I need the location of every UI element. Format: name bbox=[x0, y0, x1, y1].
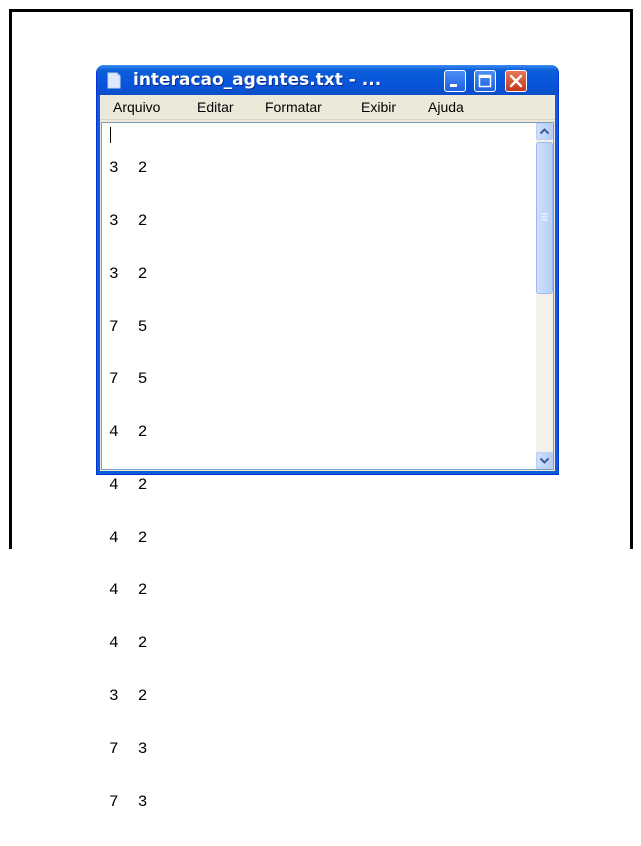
close-icon bbox=[509, 74, 523, 88]
text-line: 4 2 bbox=[109, 475, 148, 494]
maximize-button[interactable] bbox=[474, 70, 496, 92]
menu-exibir[interactable]: Exibir bbox=[361, 99, 396, 115]
minimize-icon bbox=[450, 84, 457, 87]
text-line: 3 2 bbox=[109, 264, 148, 283]
text-line: 7 5 bbox=[109, 317, 148, 336]
chevron-up-icon bbox=[539, 128, 550, 135]
menu-ajuda[interactable]: Ajuda bbox=[428, 99, 464, 115]
scroll-up-button[interactable] bbox=[536, 123, 553, 140]
menu-arquivo[interactable]: Arquivo bbox=[113, 99, 160, 115]
text-line: 7 3 bbox=[109, 739, 148, 758]
window-title: interacao_agentes.txt - ... bbox=[133, 70, 382, 90]
grip-icon bbox=[541, 213, 548, 221]
text-line: 3 2 bbox=[109, 687, 148, 705]
notepad-window: interacao_agentes.txt - ... Arquivo Edit… bbox=[96, 65, 559, 810]
title-bar[interactable]: interacao_agentes.txt - ... bbox=[97, 65, 558, 95]
text-line: 4 2 bbox=[109, 423, 148, 442]
maximize-icon bbox=[478, 74, 492, 88]
text-line: 3 2 bbox=[109, 159, 148, 178]
scroll-thumb[interactable] bbox=[536, 142, 553, 294]
text-line: 4 2 bbox=[109, 634, 148, 653]
minimize-button[interactable] bbox=[444, 70, 466, 92]
text-line: 4 2 bbox=[109, 581, 148, 600]
text-editor[interactable]: 3 2 3 2 3 2 7 5 7 5 4 2 4 2 4 2 4 2 4 2 … bbox=[101, 122, 554, 810]
text-line: 4 2 bbox=[109, 528, 148, 547]
vertical-scrollbar[interactable] bbox=[536, 123, 553, 469]
notepad-document-icon bbox=[107, 72, 121, 89]
scroll-down-button[interactable] bbox=[536, 452, 553, 469]
menu-bar: Arquivo Editar Formatar Exibir Ajuda bbox=[100, 95, 555, 120]
close-button[interactable] bbox=[505, 70, 527, 92]
editor-text[interactable]: 3 2 3 2 3 2 7 5 7 5 4 2 4 2 4 2 4 2 4 2 … bbox=[109, 125, 186, 846]
chevron-down-icon bbox=[539, 457, 550, 464]
menu-formatar[interactable]: Formatar bbox=[265, 99, 322, 115]
window-client: Arquivo Editar Formatar Exibir Ajuda 3 2… bbox=[100, 95, 555, 810]
text-line: 3 2 bbox=[109, 211, 148, 230]
text-line: 7 5 bbox=[109, 370, 148, 389]
text-caret bbox=[110, 127, 111, 143]
menu-editar[interactable]: Editar bbox=[197, 99, 234, 115]
text-line: 7 3 bbox=[109, 792, 148, 811]
